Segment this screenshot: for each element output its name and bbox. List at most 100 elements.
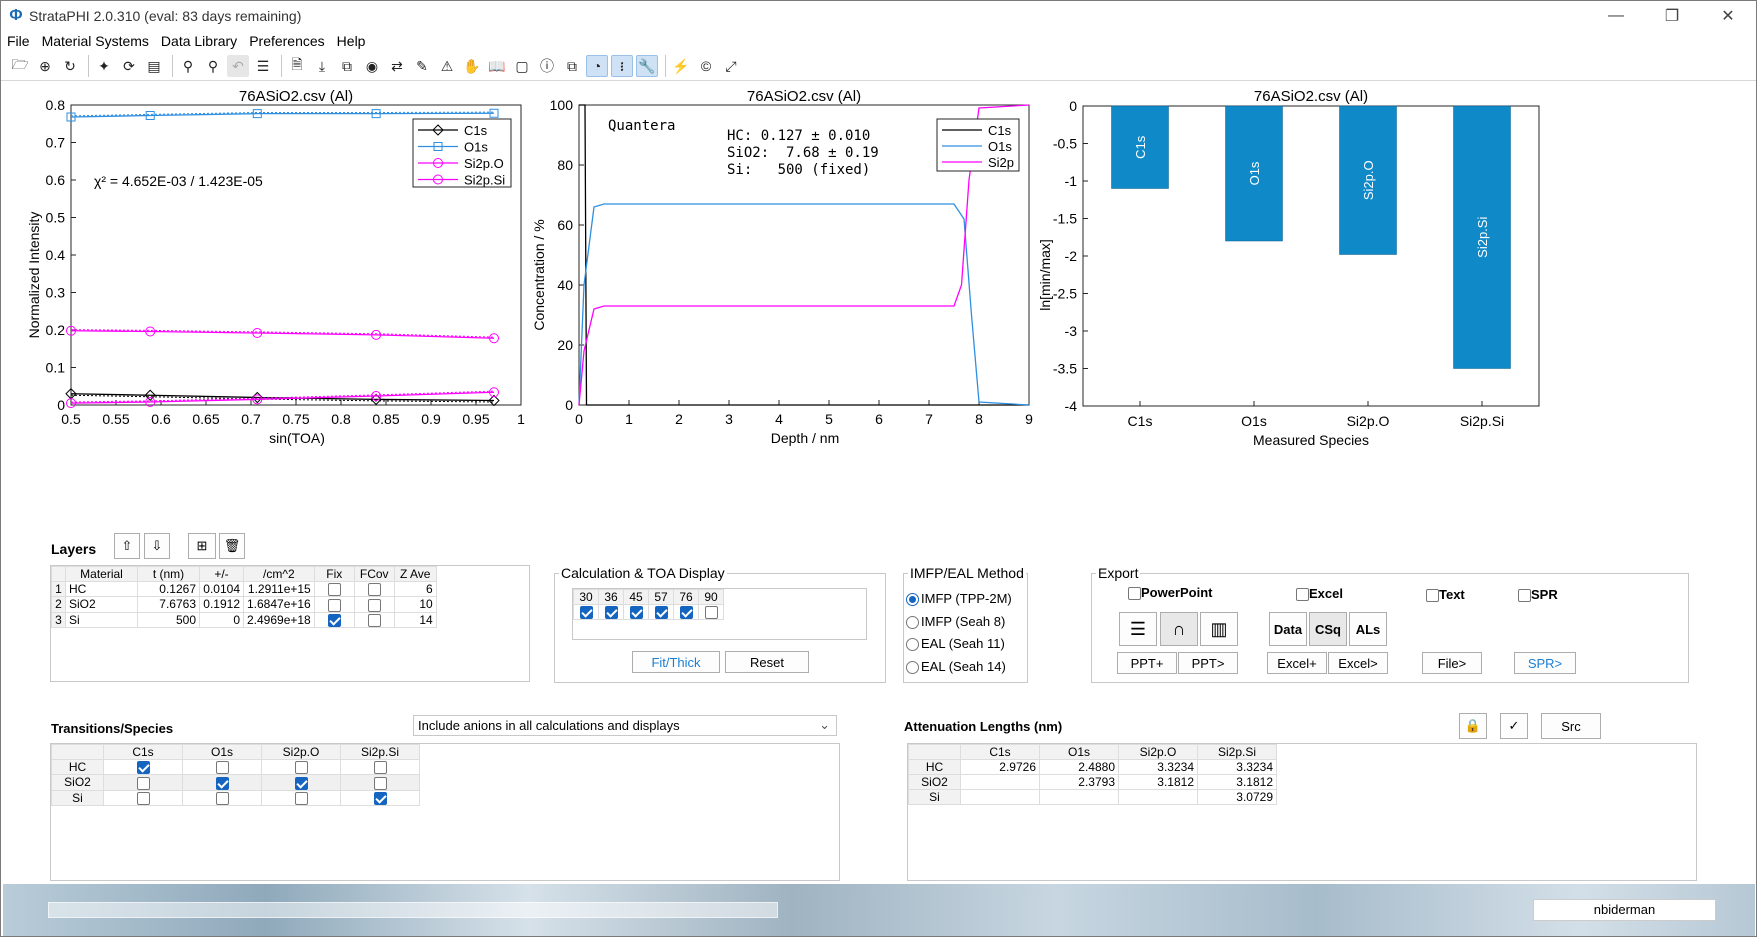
spr-check[interactable] [1518, 589, 1531, 603]
layer-cell[interactable]: 14 [393, 611, 437, 628]
menu-file[interactable]: File [1, 31, 36, 51]
peak-button[interactable]: ∩ [1160, 612, 1198, 646]
als-button[interactable]: ALs [1349, 612, 1387, 646]
species-checkbox[interactable] [215, 776, 229, 790]
species-checkbox[interactable] [294, 776, 308, 790]
layer-cell[interactable]: 0.0104 [199, 580, 244, 598]
minimize-button[interactable]: — [1588, 1, 1644, 31]
radio-button[interactable] [906, 593, 919, 607]
layer-cell[interactable]: 2.4969e+18 [243, 611, 315, 628]
layer-cell[interactable] [353, 596, 395, 613]
ppt-gt-button[interactable]: PPT> [1178, 652, 1238, 674]
layer-cell[interactable] [313, 611, 355, 628]
toa-checkbox[interactable] [629, 606, 643, 620]
radio-button[interactable] [906, 638, 919, 652]
imfp-option[interactable]: EAL (Seah 14) [906, 656, 1012, 679]
warning-icon[interactable]: ⚠ [436, 55, 458, 77]
species-checkbox[interactable] [136, 791, 150, 805]
atten-cell[interactable]: 2.9726 [960, 759, 1040, 775]
species-checkbox[interactable] [136, 761, 150, 775]
fix-checkbox[interactable] [327, 613, 341, 627]
text-check[interactable] [1426, 589, 1439, 603]
species-checkbox[interactable] [373, 761, 387, 775]
species-bar-plot[interactable]: 76ASiO2.csv (Al) ln[min/max] Measured Sp… [1031, 85, 1551, 455]
transition-cell[interactable] [261, 758, 341, 776]
layer-cell[interactable]: 1.6847e+16 [243, 596, 315, 613]
spr-checkbox[interactable]: SPR [1518, 587, 1558, 603]
species-checkbox[interactable] [373, 791, 387, 805]
list-icon[interactable]: ▤ [143, 55, 165, 77]
download-icon[interactable]: ⤓ [311, 55, 333, 77]
delete-layer-button[interactable]: 🗑 [219, 533, 245, 559]
table-row[interactable]: HC 2.9726 2.4880 3.3234 3.3234 [908, 759, 1277, 775]
radio-button[interactable] [906, 615, 919, 629]
menu-material-systems[interactable]: Material Systems [36, 31, 155, 51]
powerpoint-check[interactable] [1128, 587, 1141, 601]
layer-cell[interactable]: SiO2 [65, 596, 138, 613]
report-icon[interactable]: ✎ [411, 55, 433, 77]
document-icon[interactable]: 🗎 [286, 55, 308, 77]
table-row[interactable]: 1 HC 0.1267 0.0104 1.2911e+15 6 [51, 580, 437, 598]
sliders-button[interactable]: ☰ [1119, 612, 1157, 646]
table-row[interactable]: HC [51, 758, 420, 776]
hand-icon[interactable]: ✋ [461, 55, 483, 77]
toa-checkbox[interactable] [604, 606, 618, 620]
data-button[interactable]: Data [1269, 612, 1307, 646]
species-checkbox[interactable] [215, 761, 229, 775]
fix-checkbox[interactable] [327, 583, 341, 597]
atten-cell[interactable]: 3.0729 [1197, 789, 1277, 805]
add-circle-icon[interactable]: ⊕ [34, 55, 56, 77]
excel-plus-button[interactable]: Excel+ [1267, 652, 1327, 674]
layer-cell[interactable]: 0.1267 [137, 580, 200, 598]
species-checkbox[interactable] [294, 791, 308, 805]
atten-cell[interactable]: 2.4880 [1039, 759, 1119, 775]
fcov-checkbox[interactable] [367, 598, 381, 612]
check-table-button[interactable]: ✓ [1500, 713, 1528, 739]
table-row[interactable]: Si [51, 789, 420, 806]
layer-cell[interactable]: 1 [51, 580, 66, 598]
table-row[interactable]: SiO2 [51, 774, 420, 791]
toa-angle-cell[interactable] [648, 603, 674, 621]
layer-cell[interactable]: 500 [137, 611, 200, 628]
layer-cell[interactable]: 1.2911e+15 [243, 580, 315, 598]
pin-icon[interactable]: ✦ [93, 55, 115, 77]
species-checkbox[interactable] [373, 776, 387, 790]
menu-data-library[interactable]: Data Library [155, 31, 243, 51]
excel-gt-button[interactable]: Excel> [1328, 652, 1388, 674]
menu-preferences[interactable]: Preferences [243, 31, 330, 51]
intensity-plot[interactable]: 76ASiO2.csv (Al) Normalized Intensity si… [21, 85, 541, 455]
fcov-checkbox[interactable] [367, 613, 381, 627]
toa-checkbox[interactable] [679, 606, 693, 620]
toa-angle-cell[interactable] [673, 603, 699, 621]
atten-cell[interactable] [960, 774, 1040, 790]
layer-cell[interactable]: 3 [51, 611, 66, 628]
transition-cell[interactable] [182, 774, 262, 791]
table-row[interactable]: 3 Si 500 0 2.4969e+18 14 [51, 611, 437, 628]
layer-cell[interactable]: 7.6763 [137, 596, 200, 613]
depth-profile-plot[interactable]: 76ASiO2.csv (Al) Concentration / % Depth… [521, 85, 1051, 455]
fit-thick-button[interactable]: Fit/Thick [632, 651, 720, 673]
anion-dropdown[interactable]: Include anions in all calculations and d… [413, 715, 837, 736]
swap-icon[interactable]: ⇄ [386, 55, 408, 77]
windows-icon[interactable]: ⧉ [561, 55, 583, 77]
file-gt-button[interactable]: File> [1422, 652, 1482, 674]
toa-angle-cell[interactable] [698, 603, 724, 621]
move-up-button[interactable]: ⇧ [114, 533, 140, 559]
atten-cell[interactable]: 2.3793 [1039, 774, 1119, 790]
expand-icon[interactable]: ⤢ [720, 55, 742, 77]
eye-icon[interactable]: ◉ [361, 55, 383, 77]
excel-checkbox[interactable]: Excel [1296, 586, 1343, 602]
table-row[interactable]: Si 3.0729 [908, 789, 1277, 805]
transition-cell[interactable] [340, 774, 420, 791]
book-icon[interactable]: 📖 [486, 55, 508, 77]
toa-checkbox[interactable] [654, 606, 668, 620]
imfp-option[interactable]: IMFP (TPP-2M) [906, 588, 1012, 611]
src-button[interactable]: Src [1541, 713, 1601, 739]
species-checkbox[interactable] [215, 791, 229, 805]
imfp-option[interactable]: IMFP (Seah 8) [906, 611, 1012, 634]
layer-cell[interactable]: 0 [199, 611, 244, 628]
restore-button[interactable]: ❐ [1644, 1, 1700, 31]
layers-table[interactable]: Material t (nm) +/-/cm^2 Fix FCov Z Ave 1 HC 0.… [51, 566, 437, 628]
species-checkbox[interactable] [294, 761, 308, 775]
spr-gt-button[interactable]: SPR> [1514, 652, 1576, 674]
